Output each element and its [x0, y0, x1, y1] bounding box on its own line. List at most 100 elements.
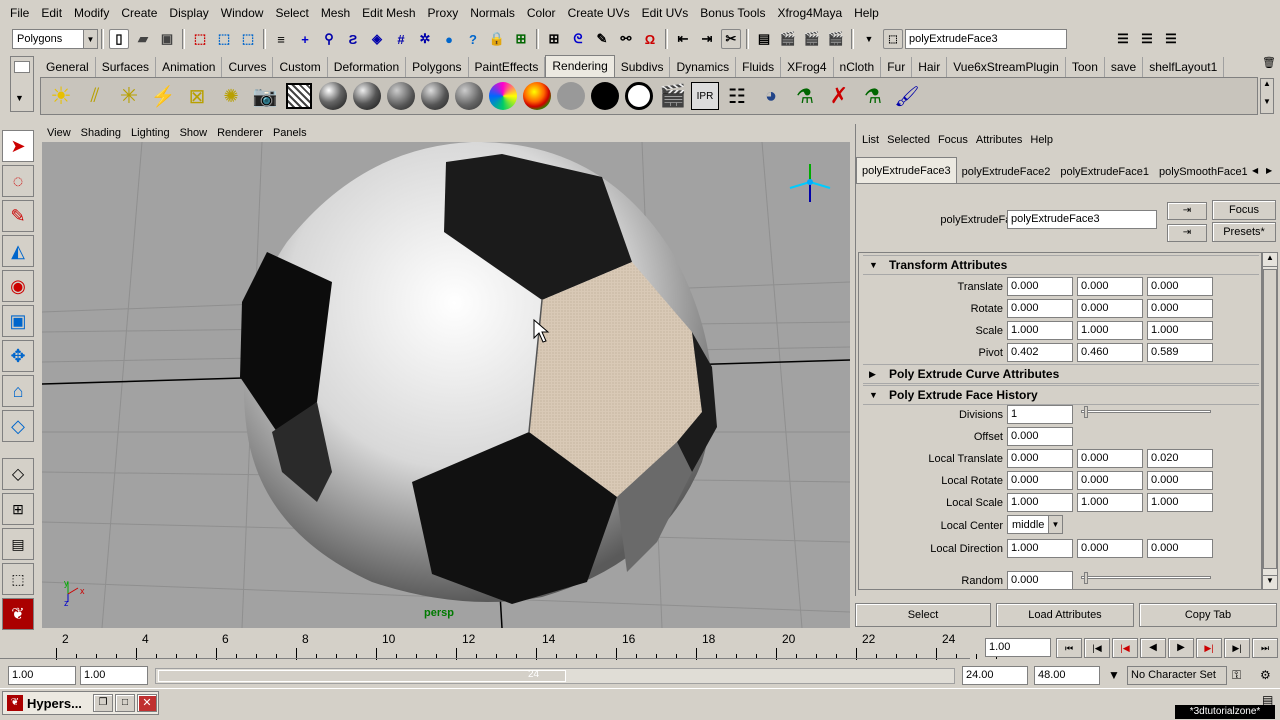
move-tool-icon[interactable]: ◭ — [2, 235, 34, 267]
soft-mod-tool-icon[interactable]: ⌂ — [2, 375, 34, 407]
shelf-tab-toon[interactable]: Toon — [1065, 57, 1105, 77]
construction-history-icon[interactable]: ⊞ — [511, 29, 531, 49]
select-tool-icon[interactable]: ➤ — [2, 130, 34, 162]
ipr-render-icon[interactable]: ✂ — [721, 29, 741, 49]
surface-shader-icon[interactable] — [555, 80, 587, 112]
scroll-thumb[interactable] — [1263, 269, 1277, 569]
random-field[interactable]: 0.000 — [1007, 571, 1073, 589]
shelf-tab-shelflayout1[interactable]: shelfLayout1 — [1143, 57, 1225, 77]
random-slider[interactable] — [1081, 572, 1211, 584]
local-direction-y[interactable]: 0.000 — [1077, 539, 1143, 558]
blinn-material-icon[interactable] — [317, 80, 349, 112]
menu-xfrog4maya[interactable]: Xfrog4Maya — [771, 0, 848, 26]
tab-scroll-left-icon[interactable]: ◀ — [1252, 166, 1258, 175]
goto-start-icon[interactable]: ⏮ — [1056, 638, 1082, 658]
snap-view-plane-icon[interactable]: # — [391, 29, 411, 49]
select-component-icon[interactable]: ⬚ — [238, 29, 258, 49]
ae-tab-polyextrudeface3[interactable]: polyExtrudeFace3 — [856, 157, 957, 183]
help-question-icon[interactable]: ? — [463, 29, 483, 49]
transform-rotate-z[interactable]: 0.000 — [1147, 299, 1213, 318]
ae-tab-polyextrudeface1[interactable]: polyExtrudeFace1 — [1055, 161, 1154, 183]
preferences-icon[interactable]: ⚙ — [1260, 668, 1271, 682]
local-translate-z[interactable]: 0.020 — [1147, 449, 1213, 468]
shelf-tab-fluids[interactable]: Fluids — [736, 57, 782, 77]
close-icon[interactable]: ✕ — [137, 694, 157, 712]
menu-mesh[interactable]: Mesh — [315, 0, 356, 26]
transform-translate-y[interactable]: 0.000 — [1077, 277, 1143, 296]
load-attributes-button[interactable]: Load Attributes — [996, 603, 1134, 627]
shading-map-icon[interactable] — [623, 80, 655, 112]
shelf-tab-surfaces[interactable]: Surfaces — [95, 57, 157, 77]
maximize-icon[interactable]: □ — [115, 694, 135, 712]
shelf-scrollbar[interactable]: ▲ ▼ — [1260, 78, 1274, 114]
menu-edit-mesh[interactable]: Edit Mesh — [356, 0, 421, 26]
lambert-material-icon[interactable] — [385, 80, 417, 112]
magnet-icon[interactable]: Ω — [640, 29, 660, 49]
render-settings-icon[interactable]: ☷ — [721, 80, 753, 112]
select-object-icon[interactable]: ⬚ — [214, 29, 234, 49]
four-view-layout-icon[interactable]: ⊞ — [2, 493, 34, 525]
construction-icon[interactable]: ✎ — [592, 29, 612, 49]
local-center-dropdown[interactable]: middle ▼ — [1007, 515, 1063, 534]
anisotropic-material-icon[interactable] — [453, 80, 485, 112]
viewport-menu-show[interactable]: Show — [175, 127, 213, 139]
viewport-menu-shading[interactable]: Shading — [76, 127, 126, 139]
local-rotate-x[interactable]: 0.000 — [1007, 471, 1073, 490]
output-ops-icon[interactable]: ᘓ — [568, 29, 588, 49]
range-start-field[interactable]: 1.00 — [8, 666, 76, 685]
volume-light-icon[interactable]: ✺ — [215, 80, 247, 112]
persp-graph-layout-icon[interactable]: ⬚ — [2, 563, 34, 595]
shelf-tab-dynamics[interactable]: Dynamics — [670, 57, 737, 77]
range-end-field[interactable]: 48.00 — [1034, 666, 1100, 685]
shelf-menu-button[interactable]: ▼ — [10, 56, 34, 112]
perspective-viewport[interactable]: y x z persp — [42, 142, 850, 628]
mental-ray-icon[interactable]: ⚗ — [857, 80, 889, 112]
input-line-icon[interactable]: ⇤ — [673, 29, 693, 49]
viewport-menu-lighting[interactable]: Lighting — [126, 127, 175, 139]
shelf-tab-xfrog4[interactable]: XFrog4 — [781, 57, 834, 77]
shelf-tab-curves[interactable]: Curves — [222, 57, 274, 77]
range-slider-handle[interactable] — [158, 670, 566, 682]
menu-select[interactable]: Select — [269, 0, 314, 26]
ramp-shader-icon[interactable] — [487, 80, 519, 112]
local-rotate-z[interactable]: 0.000 — [1147, 471, 1213, 490]
ae-menu-list[interactable]: List — [858, 134, 883, 146]
chevron-down-icon[interactable]: ▼ — [1104, 668, 1124, 684]
divisions-slider[interactable] — [1081, 406, 1211, 418]
snap-curve-icon[interactable]: Ƨ — [343, 29, 363, 49]
shelf-tab-general[interactable]: General — [40, 57, 96, 77]
paint-brush-icon[interactable]: 🖌 — [891, 80, 923, 112]
menu-proxy[interactable]: Proxy — [422, 0, 465, 26]
poly-extrude-face-history-header[interactable]: ▼ Poly Extrude Face History — [863, 385, 1259, 405]
show-manipulator-icon[interactable]: ◇ — [2, 410, 34, 442]
key-icon[interactable]: ⚿ — [1232, 668, 1241, 683]
point-light-icon[interactable]: ✳ — [113, 80, 145, 112]
shelf-tab-save[interactable]: save — [1104, 57, 1144, 77]
ae-select-button[interactable]: Select — [855, 603, 991, 627]
menu-normals[interactable]: Normals — [464, 0, 521, 26]
menu-help[interactable]: Help — [848, 0, 885, 26]
lock-icon[interactable]: 🔒 — [487, 29, 507, 49]
local-translate-x[interactable]: 0.000 — [1007, 449, 1073, 468]
texture-icon[interactable] — [283, 80, 315, 112]
play-forwards-icon[interactable]: ▶ — [1168, 638, 1194, 658]
ipr-render-icon[interactable]: IPR — [691, 82, 719, 110]
shelf-tab-hair[interactable]: Hair — [912, 57, 948, 77]
menu-display[interactable]: Display — [163, 0, 214, 26]
phong-material-icon[interactable] — [351, 80, 383, 112]
tool-settings-toggle-icon[interactable]: ☰ — [1137, 29, 1157, 49]
local-rotate-y[interactable]: 0.000 — [1077, 471, 1143, 490]
step-forward-frame-icon[interactable]: ▶| — [1196, 638, 1222, 658]
local-direction-x[interactable]: 1.000 — [1007, 539, 1073, 558]
scroll-up-icon[interactable]: ▲ — [1263, 253, 1277, 267]
range-slider[interactable]: 24 — [155, 668, 955, 684]
paint-select-tool-icon[interactable]: ✎ — [2, 200, 34, 232]
snap-live-icon[interactable]: ✲ — [415, 29, 435, 49]
single-perspective-layout-icon[interactable]: ◇ — [2, 458, 34, 490]
character-set-field[interactable]: No Character Set — [1127, 666, 1227, 685]
time-slider[interactable]: 2 4 6 8 10 12 14 16 18 20 22 24 — [0, 630, 997, 664]
lasso-tool-icon[interactable]: ◌ — [2, 165, 34, 197]
name-field-mode-icon[interactable]: ⬚ — [883, 29, 903, 49]
ae-menu-help[interactable]: Help — [1026, 134, 1057, 146]
step-forward-key-icon[interactable]: ▶| — [1224, 638, 1250, 658]
